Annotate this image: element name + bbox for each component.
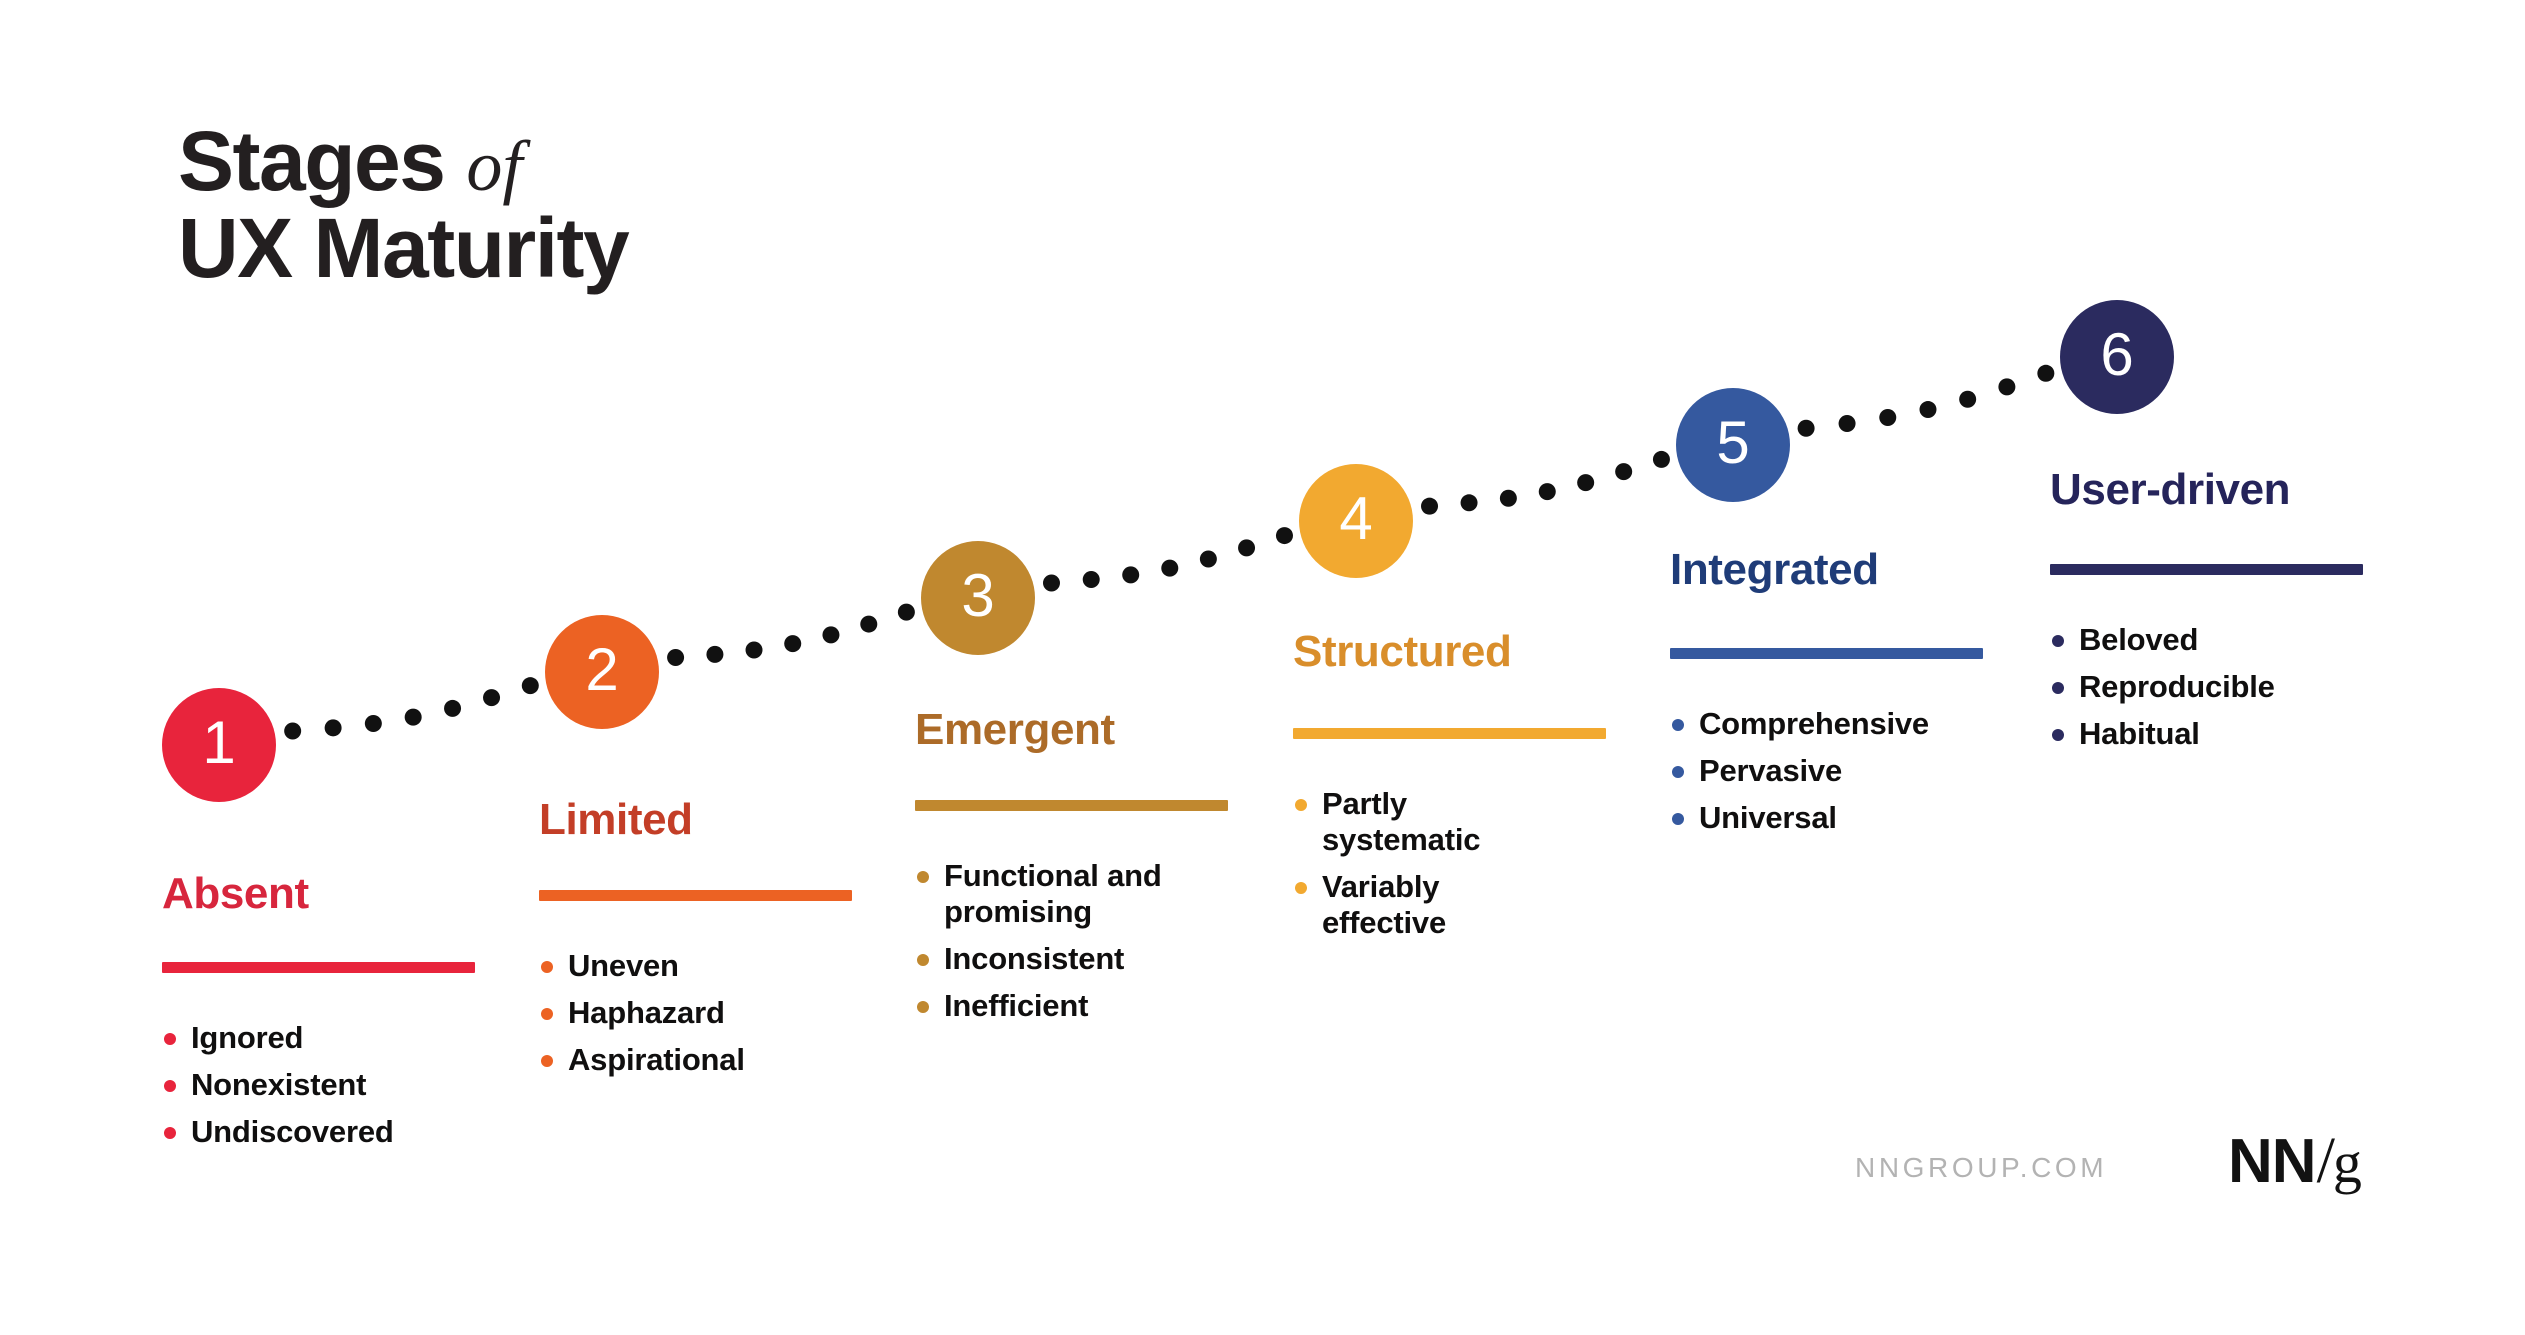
list-item: Variably effective: [1293, 869, 1523, 941]
list-item: Comprehensive: [1670, 706, 2010, 742]
stage-1-bullets: Ignored Nonexistent Undiscovered: [162, 1020, 492, 1161]
title-of: of: [466, 126, 523, 206]
bullet-dot-icon: [1672, 812, 1684, 825]
list-item: Undiscovered: [162, 1114, 492, 1150]
stage-2-badge: 2: [545, 615, 659, 729]
nng-logo: NN/g: [2228, 1128, 2362, 1194]
stage-1-rule: [162, 962, 475, 973]
bullet-dot-icon: [541, 1007, 553, 1020]
stage-4-heading: Structured: [1293, 627, 1512, 676]
stage-4-number: 4: [1339, 485, 1373, 552]
title-line-2: UX Maturity: [178, 201, 630, 296]
logo-nn: NN: [2228, 1127, 2317, 1196]
stage-3-number: 3: [961, 562, 995, 629]
stage-6-number: 6: [2100, 321, 2134, 388]
list-item: Habitual: [2050, 716, 2390, 752]
logo-g: g: [2332, 1130, 2362, 1195]
stage-3-rule: [915, 800, 1228, 811]
stage-5-number: 5: [1716, 409, 1750, 476]
list-item: Reproducible: [2050, 669, 2390, 705]
stage-5-badge: 5: [1676, 388, 1790, 502]
bullet-dot-icon: [2052, 681, 2064, 694]
bullet-dot-icon: [2052, 728, 2064, 741]
bullet-dot-icon: [917, 953, 929, 966]
bullet-dot-icon: [164, 1079, 176, 1092]
list-item: Functional and promising: [915, 858, 1205, 930]
list-item: Nonexistent: [162, 1067, 492, 1103]
footer-website-url: NNGROUP.COM: [1855, 1152, 2108, 1183]
title-stages: Stages: [178, 114, 446, 208]
stage-6-bullets: Beloved Reproducible Habitual: [2050, 622, 2390, 763]
list-item: Aspirational: [539, 1042, 869, 1078]
bullet-dot-icon: [2052, 635, 2064, 647]
list-item: Uneven: [539, 948, 869, 984]
list-item: Haphazard: [539, 995, 869, 1031]
stage-1-number: 1: [202, 709, 236, 776]
list-item: Inconsistent: [915, 941, 1205, 977]
stage-2-heading: Limited: [539, 795, 693, 844]
stage-1-badge: 1: [162, 688, 276, 802]
title-line-1: Stages of: [178, 117, 1078, 206]
stage-2-bullets: Uneven Haphazard Aspirational: [539, 948, 869, 1089]
list-item: Ignored: [162, 1020, 492, 1056]
bullet-dot-icon: [1295, 799, 1307, 811]
list-item: Inefficient: [915, 988, 1205, 1024]
stage-4-bullets: Partly systematic Variably effective: [1293, 786, 1523, 952]
infographic-canvas: Stages of UX Maturity 1 Absent Ignored N…: [0, 0, 2525, 1335]
stage-4-badge: 4: [1299, 464, 1413, 578]
list-item: Universal: [1670, 800, 2010, 836]
stage-1-heading: Absent: [162, 869, 309, 918]
bullet-dot-icon: [1295, 881, 1307, 894]
stage-6-heading: User-driven: [2050, 465, 2291, 514]
page-title: Stages of UX Maturity: [178, 117, 1078, 296]
bullet-dot-icon: [164, 1033, 176, 1045]
bullet-dot-icon: [917, 1000, 929, 1013]
stage-3-heading: Emergent: [915, 705, 1115, 754]
bullet-dot-icon: [541, 961, 553, 973]
stage-5-rule: [1670, 648, 1983, 659]
stage-4-rule: [1293, 728, 1606, 739]
list-item: Pervasive: [1670, 753, 2010, 789]
bullet-dot-icon: [1672, 719, 1684, 731]
stage-3-bullets: Functional and promising Inconsistent In…: [915, 858, 1205, 1035]
list-item: Beloved: [2050, 622, 2390, 658]
bullet-dot-icon: [1672, 765, 1684, 778]
stage-2-number: 2: [585, 636, 619, 703]
bullet-dot-icon: [917, 871, 929, 883]
stage-6-badge: 6: [2060, 300, 2174, 414]
bullet-dot-icon: [541, 1054, 553, 1067]
stage-3-badge: 3: [921, 541, 1035, 655]
bullet-dot-icon: [164, 1126, 176, 1139]
stage-2-rule: [539, 890, 852, 901]
stage-5-heading: Integrated: [1670, 545, 1879, 594]
list-item: Partly systematic: [1293, 786, 1523, 858]
stage-5-bullets: Comprehensive Pervasive Universal: [1670, 706, 2010, 847]
stage-6-rule: [2050, 564, 2363, 575]
